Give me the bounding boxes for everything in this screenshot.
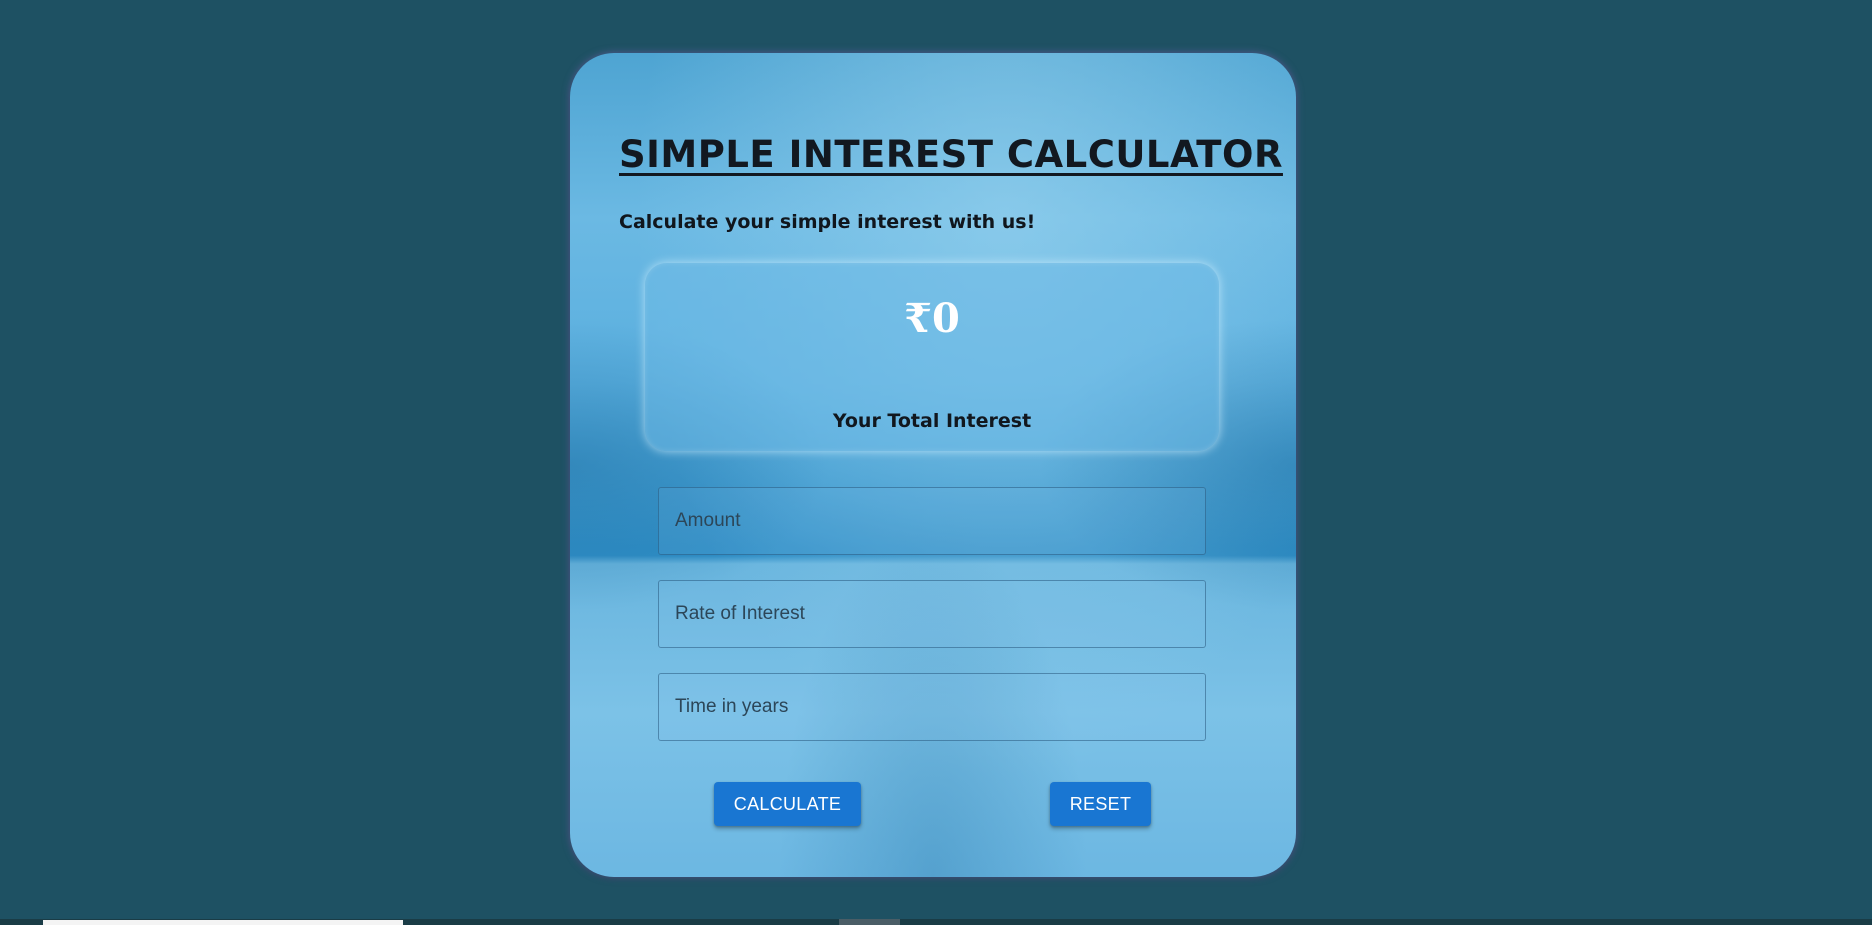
result-panel: ₹0 Your Total Interest: [645, 263, 1219, 451]
rate-of-interest-input[interactable]: [658, 580, 1206, 648]
horizontal-scrollbar[interactable]: [0, 919, 1872, 925]
scrollbar-track-segment: [839, 919, 900, 925]
page-subtitle: Calculate your simple interest with us!: [619, 211, 1036, 233]
total-interest-value: ₹0: [904, 295, 960, 342]
calculate-button[interactable]: CALCULATE: [714, 782, 861, 826]
amount-input[interactable]: [658, 487, 1206, 555]
page-title: SIMPLE INTEREST CALCULATOR: [619, 133, 1283, 176]
total-interest-label: Your Total Interest: [832, 410, 1032, 432]
page: SIMPLE INTEREST CALCULATOR Calculate you…: [0, 0, 1872, 925]
reset-button[interactable]: RESET: [1050, 782, 1151, 826]
scrollbar-thumb[interactable]: [43, 920, 403, 925]
calculator-card: SIMPLE INTEREST CALCULATOR Calculate you…: [570, 53, 1296, 877]
time-in-years-input[interactable]: [658, 673, 1206, 741]
